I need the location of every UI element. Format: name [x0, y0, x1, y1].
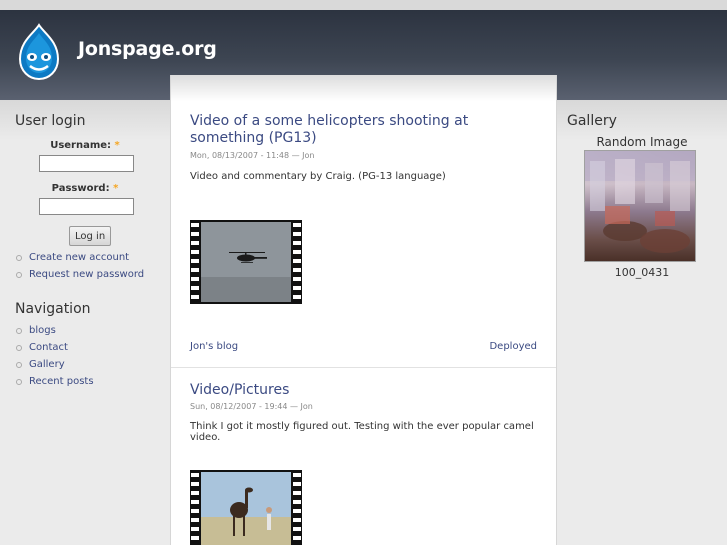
- nav-item-gallery[interactable]: Gallery: [15, 358, 94, 375]
- post-meta: Mon, 08/13/2007 - 11:48 — Jon: [190, 151, 315, 160]
- film-perforation: [191, 470, 199, 545]
- nav-item-blogs[interactable]: blogs: [15, 324, 94, 341]
- post-body: Video and commentary by Craig. (PG-13 la…: [190, 171, 446, 182]
- navigation-menu: blogs Contact Gallery Recent posts: [15, 324, 94, 392]
- film-perforation: [191, 220, 199, 304]
- username-label: Username: *: [50, 140, 120, 151]
- login-button[interactable]: Log in: [69, 226, 112, 246]
- create-account-link[interactable]: Create new account: [15, 251, 144, 268]
- bullet-icon: [16, 255, 22, 261]
- gallery-title: Gallery: [567, 113, 617, 129]
- main-content: Video of a some helicopters shooting at …: [170, 75, 557, 545]
- user-login-title: User login: [15, 113, 86, 129]
- post-meta: Sun, 08/12/2007 - 19:44 — Jon: [190, 402, 313, 411]
- request-password-link[interactable]: Request new password: [15, 268, 144, 285]
- password-input[interactable]: [39, 198, 134, 215]
- bullet-icon: [16, 362, 22, 368]
- bullet-icon: [16, 345, 22, 351]
- gallery-random-image[interactable]: [584, 150, 696, 262]
- post-title[interactable]: Video/Pictures: [190, 382, 540, 399]
- required-mark: *: [114, 140, 120, 151]
- user-links: Create new account Request new password: [15, 251, 144, 285]
- gallery-photo: [585, 151, 695, 253]
- gallery-image-caption[interactable]: 100_0431: [557, 266, 727, 279]
- post-category-link[interactable]: Deployed: [489, 341, 537, 352]
- left-sidebar: User login Username: * Password: * Log i…: [0, 100, 170, 545]
- password-label: Password: *: [51, 183, 119, 194]
- username-input[interactable]: [39, 155, 134, 172]
- nav-item-recent-posts[interactable]: Recent posts: [15, 375, 94, 392]
- drupal-logo-icon[interactable]: [14, 23, 64, 83]
- film-perforation: [293, 220, 301, 304]
- video-thumbnail[interactable]: [190, 220, 302, 304]
- post-title[interactable]: Video of a some helicopters shooting at …: [190, 113, 540, 147]
- helicopter-frame: [201, 222, 291, 302]
- bullet-icon: [16, 328, 22, 334]
- post-divider: [171, 367, 556, 368]
- random-image-label: Random Image: [596, 135, 688, 149]
- video-thumbnail[interactable]: [190, 470, 302, 545]
- top-bar: [0, 0, 727, 10]
- film-perforation: [293, 470, 301, 545]
- nav-item-contact[interactable]: Contact: [15, 341, 94, 358]
- navigation-title: Navigation: [15, 301, 91, 317]
- bullet-icon: [16, 272, 22, 278]
- content-top-shade: [171, 75, 556, 101]
- camel-frame: [201, 472, 291, 545]
- post-blog-link[interactable]: Jon's blog: [190, 341, 238, 352]
- post-body: Think I got it mostly figured out. Testi…: [190, 421, 534, 443]
- bullet-icon: [16, 379, 22, 385]
- site-name[interactable]: Jonspage.org: [78, 38, 217, 60]
- required-mark: *: [113, 183, 119, 194]
